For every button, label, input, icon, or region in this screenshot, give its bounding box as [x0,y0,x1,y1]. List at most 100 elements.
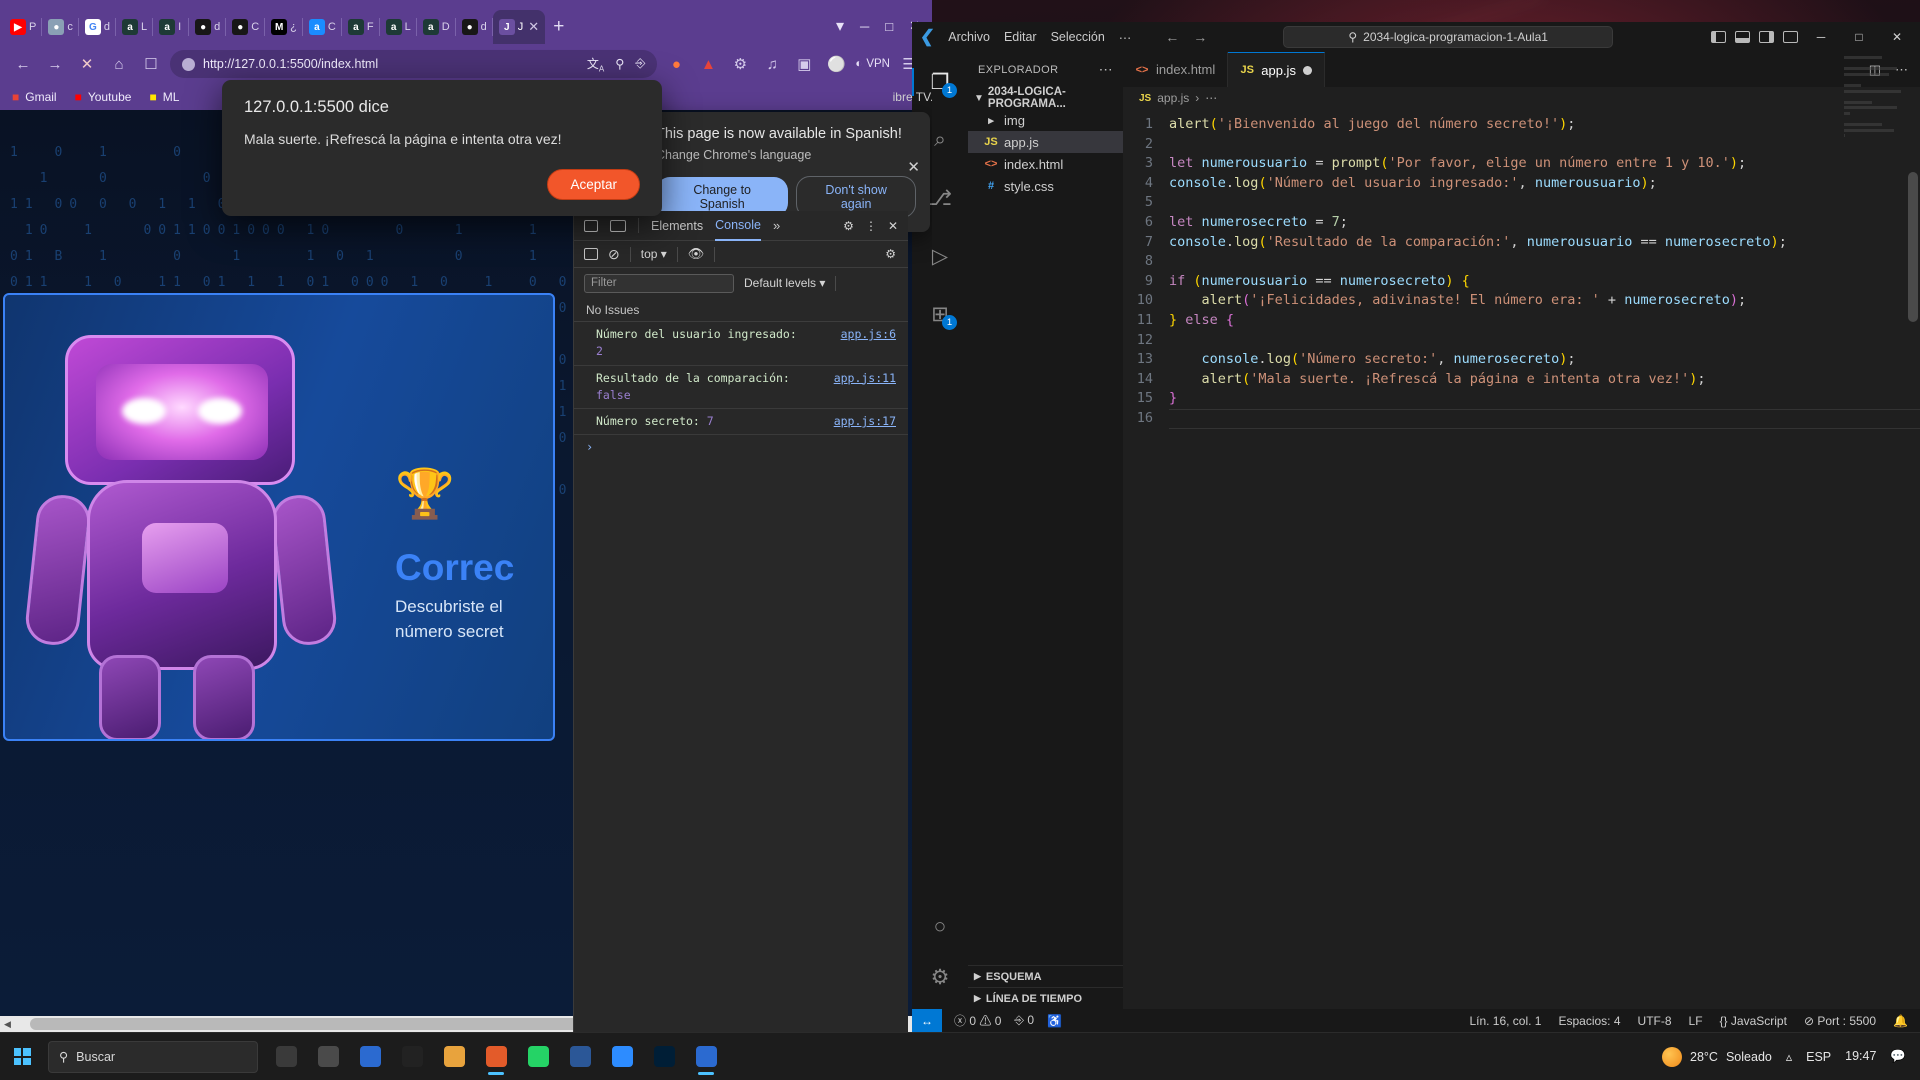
menu-editar[interactable]: Editar [1004,30,1037,44]
explorer-section-esquema[interactable]: ▶ ESQUEMA [968,965,1123,987]
bookmark-item[interactable]: ■ Gmail [12,90,57,104]
search-icon[interactable]: ⚲ [615,56,624,71]
language-indicator[interactable]: ESP [1806,1050,1831,1064]
console-input-prompt[interactable]: › [574,435,908,459]
customize-layout-icon[interactable] [1782,31,1798,43]
taskbar-settings-icon[interactable] [308,1037,348,1077]
bookmark-item[interactable]: ■ Youtube [75,90,132,104]
code-line[interactable]: 6 let numerosecreto = 7; [1123,213,1920,233]
explorer-item-style-css[interactable]: # style.css [968,175,1123,197]
inspect-element-icon[interactable] [584,219,598,232]
split-screen-icon[interactable]: ▣ [791,51,817,77]
taskbar-whatsapp-icon[interactable] [518,1037,558,1077]
extensions-icon[interactable]: ⚙ [727,51,753,77]
taskbar-zoom-icon[interactable] [602,1037,642,1077]
bookmark-button[interactable]: ☐ [138,51,164,77]
console-issues-status[interactable]: No Issues [574,298,908,322]
explorer-root-folder[interactable]: ▼ 2034-LOGICA-PROGRAMA... [968,86,1123,110]
code-line[interactable]: 7 console.log('Resultado de la comparació… [1123,233,1920,253]
browser-tab[interactable]: M ¿ [265,10,303,44]
taskbar-photoshop-icon[interactable] [644,1037,684,1077]
more-actions-icon[interactable]: ⋯ [1099,61,1113,78]
explorer-section-linea-de-tiempo[interactable]: ▶ LÍNEA DE TIEMPO [968,987,1123,1009]
ports-status[interactable]: ⎆ 0 [1014,1013,1034,1028]
browser-tab[interactable]: aD [417,10,456,44]
vscode-minimize-button[interactable]: ─ [1806,30,1836,44]
shield-icon[interactable]: ● [663,51,689,77]
editor-tab-app-js[interactable]: JS app.js [1228,52,1325,87]
code-line[interactable]: 2 [1123,135,1920,155]
device-toolbar-icon[interactable] [610,219,626,232]
devtools-tab-elements[interactable]: Elements [651,211,703,241]
show-hidden-icons-button[interactable]: ▵ [1786,1049,1792,1064]
browser-tab[interactable]: ● d [456,10,493,44]
toggle-primary-sidebar-icon[interactable] [1710,31,1726,43]
remote-window-icon[interactable]: ↔ [912,1009,942,1032]
breadcrumb-symbol[interactable]: ⋯ [1205,91,1217,105]
console-filter-input[interactable]: Filter [584,273,734,293]
code-editor[interactable]: 1 alert('¡Bienvenido al juego del número … [1123,109,1920,1009]
problems-status[interactable]: ⓧ 0 ⚠ 0 [954,1012,1001,1029]
code-line[interactable]: 16 [1123,408,1920,429]
new-tab-button[interactable]: + [553,16,564,38]
taskbar-firefox-icon[interactable] [476,1037,516,1077]
more-vertical-icon[interactable]: ⋮ [865,219,877,233]
code-line[interactable]: 9 if (numerousuario == numerosecreto) { [1123,272,1920,292]
chrome-minimize-button[interactable]: ─ [860,19,869,34]
editor-minimap[interactable] [1844,56,1906,226]
browser-tab[interactable]: aF [342,10,380,44]
explorer-item-app-js[interactable]: JS app.js [968,131,1123,153]
back-button[interactable]: ← [10,51,36,77]
forward-button[interactable]: → [42,51,68,77]
menu-overflow-icon[interactable]: ⋯ [1119,30,1132,45]
notifications-icon[interactable]: 💬 [1890,1049,1906,1064]
vscode-back-button[interactable]: ← [1165,29,1179,45]
live-expression-icon[interactable]: 👁 [688,246,705,262]
browser-tab[interactable]: J J ✕ [492,10,546,44]
notifications-icon[interactable]: 🔔 [1893,1014,1908,1028]
vscode-close-button[interactable]: ✕ [1882,30,1912,44]
toggle-panel-icon[interactable] [1734,31,1750,43]
media-icon[interactable]: ♫ [759,51,785,77]
share-icon[interactable]: ⎆ [635,56,645,71]
manage-settings-icon[interactable]: ⚙ [920,957,960,997]
broadcast-icon[interactable]: ♿ [1047,1014,1062,1028]
clear-console-icon[interactable]: ⊘ [608,246,620,263]
taskbar-store-icon[interactable] [350,1037,390,1077]
code-line[interactable]: 5 [1123,193,1920,213]
console-context-selector[interactable]: top ▾ [641,247,667,261]
taskbar-word-icon[interactable] [560,1037,600,1077]
chrome-maximize-button[interactable]: □ [885,19,893,34]
code-line[interactable]: 13 console.log('Número secreto:', numero… [1123,350,1920,370]
code-line[interactable]: 3 let numerousuario = prompt('Por favor, … [1123,154,1920,174]
console-levels-dropdown[interactable]: Default levels ▾ [744,276,825,290]
explorer-item-img[interactable]: ▸ img [968,109,1123,131]
code-line[interactable]: 4 console.log('Número del usuario ingresa… [1123,174,1920,194]
extensions-icon[interactable]: ⊞ 1 [920,294,960,334]
alert-accept-button[interactable]: Aceptar [547,169,640,200]
browser-tab[interactable]: aL [380,10,417,44]
adblock-icon[interactable]: ▲ [695,51,721,77]
code-line[interactable]: 15} [1123,389,1920,409]
accounts-icon[interactable]: ○ [920,907,960,947]
run-debug-icon[interactable]: ▷ [920,236,960,276]
browser-tab[interactable]: Gd [79,10,117,44]
code-line[interactable]: 12 [1123,331,1920,351]
browser-tab[interactable]: ● d [189,10,227,44]
translate-icon[interactable]: 文A [587,55,604,73]
taskbar-vscode-icon[interactable] [686,1037,726,1077]
devtools-more-tabs-icon[interactable]: » [773,218,780,233]
console-sidebar-icon[interactable] [584,248,598,260]
taskbar-explorer-icon[interactable] [434,1037,474,1077]
editor-tab-index-html[interactable]: <> index.html [1123,52,1229,87]
browser-tab[interactable]: aI [153,10,190,44]
site-info-icon[interactable] [182,57,195,71]
console-source-link[interactable]: app.js:17 [834,413,896,430]
close-icon[interactable]: ✕ [888,219,898,233]
language-mode-status[interactable]: {} JavaScript [1720,1014,1787,1028]
close-icon[interactable]: ✕ [907,158,920,176]
browser-tab[interactable]: ▶ P [4,10,43,44]
taskbar-clock[interactable]: 19:47 [1845,1049,1876,1064]
indentation-status[interactable]: Espacios: 4 [1558,1014,1620,1028]
code-line[interactable]: 10 alert('¡Felicidades, adivinaste! El n… [1123,291,1920,311]
